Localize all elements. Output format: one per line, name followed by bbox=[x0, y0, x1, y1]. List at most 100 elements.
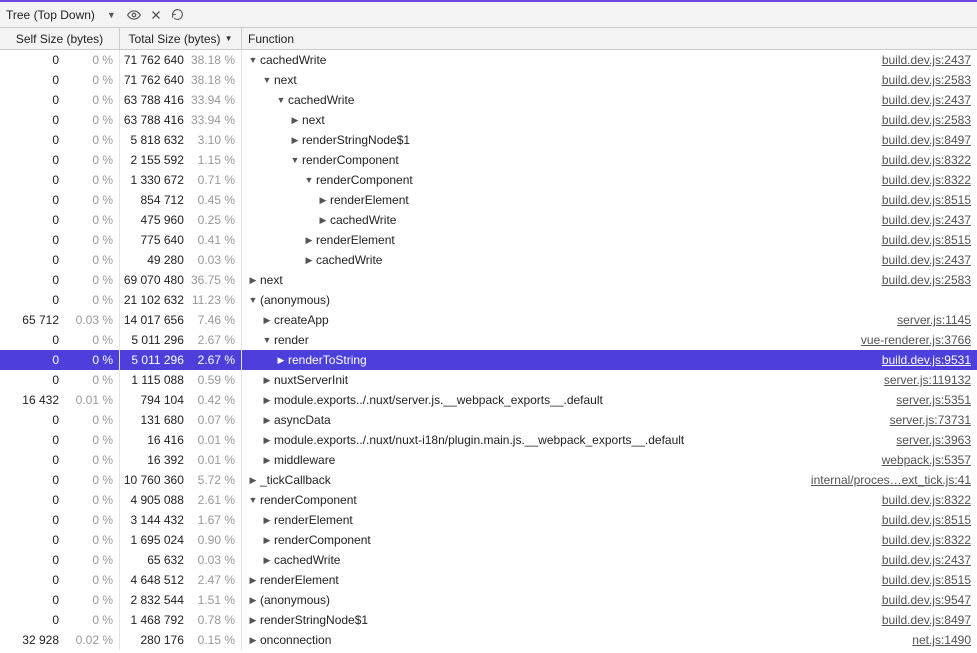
tree-expand-closed-icon[interactable]: ▶ bbox=[262, 415, 272, 426]
table-row[interactable]: 00 %21 102 63211.23 %▼(anonymous) bbox=[0, 290, 977, 310]
tree-expand-closed-icon[interactable]: ▶ bbox=[262, 435, 272, 446]
table-row[interactable]: 00 %10 760 3605.72 %▶_tickCallbackintern… bbox=[0, 470, 977, 490]
table-row[interactable]: 00 %1 115 0880.59 %▶nuxtServerInitserver… bbox=[0, 370, 977, 390]
view-mode-label[interactable]: Tree (Top Down) bbox=[6, 8, 97, 22]
table-row[interactable]: 16 4320.01 %794 1040.42 %▶module.exports… bbox=[0, 390, 977, 410]
source-link[interactable]: build.dev.js:9547 bbox=[876, 593, 977, 607]
tree-expand-closed-icon[interactable]: ▶ bbox=[318, 215, 328, 226]
table-row[interactable]: 00 %71 762 64038.18 %▼nextbuild.dev.js:2… bbox=[0, 70, 977, 90]
tree-expand-open-icon[interactable]: ▼ bbox=[248, 55, 258, 65]
source-link[interactable]: vue-renderer.js:3766 bbox=[855, 333, 977, 347]
tree-expand-closed-icon[interactable]: ▶ bbox=[290, 115, 300, 126]
tree-expand-open-icon[interactable]: ▼ bbox=[262, 75, 272, 85]
source-link[interactable]: build.dev.js:8322 bbox=[876, 173, 977, 187]
close-icon[interactable] bbox=[148, 9, 164, 21]
table-row[interactable]: 00 %2 155 5921.15 %▼renderComponentbuild… bbox=[0, 150, 977, 170]
source-link[interactable]: webpack.js:5357 bbox=[876, 453, 977, 467]
source-link[interactable]: build.dev.js:2437 bbox=[876, 53, 977, 67]
header-total-size[interactable]: Total Size (bytes) ▼ bbox=[120, 28, 242, 49]
table-row[interactable]: 00 %16 4160.01 %▶module.exports../.nuxt/… bbox=[0, 430, 977, 450]
source-link[interactable]: build.dev.js:9531 bbox=[876, 353, 977, 367]
source-link[interactable]: build.dev.js:8515 bbox=[876, 233, 977, 247]
tree-expand-closed-icon[interactable]: ▶ bbox=[248, 575, 258, 586]
source-link[interactable]: server.js:73731 bbox=[884, 413, 977, 427]
table-row[interactable]: 00 %69 070 48036.75 %▶nextbuild.dev.js:2… bbox=[0, 270, 977, 290]
tree-expand-closed-icon[interactable]: ▶ bbox=[262, 375, 272, 386]
refresh-icon[interactable] bbox=[170, 8, 186, 21]
tree-expand-closed-icon[interactable]: ▶ bbox=[262, 515, 272, 526]
table-row[interactable]: 00 %5 011 2962.67 %▶renderToStringbuild.… bbox=[0, 350, 977, 370]
table-row[interactable]: 00 %1 468 7920.78 %▶renderStringNode$1bu… bbox=[0, 610, 977, 630]
source-link[interactable]: internal/proces…ext_tick.js:41 bbox=[805, 473, 977, 487]
header-function[interactable]: Function bbox=[242, 28, 977, 49]
tree-expand-closed-icon[interactable]: ▶ bbox=[248, 615, 258, 626]
tree-expand-open-icon[interactable]: ▼ bbox=[262, 335, 272, 345]
tree-expand-closed-icon[interactable]: ▶ bbox=[262, 395, 272, 406]
total-size-value: 475 960 bbox=[120, 213, 184, 227]
source-link[interactable]: build.dev.js:2437 bbox=[876, 213, 977, 227]
source-link[interactable]: build.dev.js:2437 bbox=[876, 253, 977, 267]
tree-expand-open-icon[interactable]: ▼ bbox=[248, 295, 258, 305]
tree-expand-closed-icon[interactable]: ▶ bbox=[304, 255, 314, 266]
tree-expand-closed-icon[interactable]: ▶ bbox=[290, 135, 300, 146]
source-link[interactable]: build.dev.js:8497 bbox=[876, 613, 977, 627]
source-link[interactable]: build.dev.js:8322 bbox=[876, 533, 977, 547]
table-row[interactable]: 00 %63 788 41633.94 %▼cachedWritebuild.d… bbox=[0, 90, 977, 110]
tree-expand-open-icon[interactable]: ▼ bbox=[290, 155, 300, 165]
tree-expand-closed-icon[interactable]: ▶ bbox=[262, 535, 272, 546]
source-link[interactable]: server.js:5351 bbox=[890, 393, 977, 407]
source-link[interactable]: server.js:3963 bbox=[890, 433, 977, 447]
table-row[interactable]: 00 %5 818 6323.10 %▶renderStringNode$1bu… bbox=[0, 130, 977, 150]
tree-expand-closed-icon[interactable]: ▶ bbox=[248, 635, 258, 646]
table-row[interactable]: 00 %854 7120.45 %▶renderElementbuild.dev… bbox=[0, 190, 977, 210]
tree-expand-closed-icon[interactable]: ▶ bbox=[248, 275, 258, 286]
table-row[interactable]: 00 %4 905 0882.61 %▼renderComponentbuild… bbox=[0, 490, 977, 510]
table-row[interactable]: 00 %71 762 64038.18 %▼cachedWritebuild.d… bbox=[0, 50, 977, 70]
source-link[interactable]: build.dev.js:8322 bbox=[876, 153, 977, 167]
table-row[interactable]: 00 %4 648 5122.47 %▶renderElementbuild.d… bbox=[0, 570, 977, 590]
table-row[interactable]: 00 %5 011 2962.67 %▼rendervue-renderer.j… bbox=[0, 330, 977, 350]
source-link[interactable]: build.dev.js:2437 bbox=[876, 93, 977, 107]
tree-expand-closed-icon[interactable]: ▶ bbox=[276, 355, 286, 366]
table-row[interactable]: 00 %63 788 41633.94 %▶nextbuild.dev.js:2… bbox=[0, 110, 977, 130]
tree-expand-closed-icon[interactable]: ▶ bbox=[248, 595, 258, 606]
table-row[interactable]: 00 %475 9600.25 %▶cachedWritebuild.dev.j… bbox=[0, 210, 977, 230]
source-link[interactable]: build.dev.js:8515 bbox=[876, 193, 977, 207]
source-link[interactable]: build.dev.js:8322 bbox=[876, 493, 977, 507]
view-mode-dropdown-icon[interactable]: ▼ bbox=[103, 10, 120, 20]
source-link[interactable]: build.dev.js:2583 bbox=[876, 273, 977, 287]
tree-expand-closed-icon[interactable]: ▶ bbox=[262, 455, 272, 466]
table-row[interactable]: 00 %3 144 4321.67 %▶renderElementbuild.d… bbox=[0, 510, 977, 530]
source-link[interactable]: build.dev.js:2583 bbox=[876, 113, 977, 127]
tree-expand-closed-icon[interactable]: ▶ bbox=[248, 475, 258, 486]
table-row[interactable]: 00 %65 6320.03 %▶cachedWritebuild.dev.js… bbox=[0, 550, 977, 570]
source-link[interactable]: build.dev.js:8497 bbox=[876, 133, 977, 147]
tree-expand-open-icon[interactable]: ▼ bbox=[248, 495, 258, 505]
table-row[interactable]: 00 %49 2800.03 %▶cachedWritebuild.dev.js… bbox=[0, 250, 977, 270]
header-self-size[interactable]: Self Size (bytes) bbox=[0, 28, 120, 49]
tree-expand-closed-icon[interactable]: ▶ bbox=[318, 195, 328, 206]
source-link[interactable]: build.dev.js:8515 bbox=[876, 573, 977, 587]
table-row[interactable]: 65 7120.03 %14 017 6567.46 %▶createAppse… bbox=[0, 310, 977, 330]
source-link[interactable]: net.js:1490 bbox=[906, 633, 977, 647]
table-row[interactable]: 00 %16 3920.01 %▶middlewarewebpack.js:53… bbox=[0, 450, 977, 470]
table-row[interactable]: 00 %131 6800.07 %▶asyncDataserver.js:737… bbox=[0, 410, 977, 430]
source-link[interactable]: build.dev.js:8515 bbox=[876, 513, 977, 527]
tree-expand-open-icon[interactable]: ▼ bbox=[276, 95, 286, 105]
source-link[interactable]: build.dev.js:2583 bbox=[876, 73, 977, 87]
table-row[interactable]: 00 %1 695 0240.90 %▶renderComponentbuild… bbox=[0, 530, 977, 550]
source-link[interactable]: build.dev.js:2437 bbox=[876, 553, 977, 567]
table-row[interactable]: 00 %1 330 6720.71 %▼renderComponentbuild… bbox=[0, 170, 977, 190]
tree-expand-closed-icon[interactable]: ▶ bbox=[304, 235, 314, 246]
eye-icon[interactable] bbox=[126, 8, 142, 22]
table-row[interactable]: 32 9280.02 %280 1760.15 %▶onconnectionne… bbox=[0, 630, 977, 650]
cell-total-size: 4 905 0882.61 % bbox=[120, 490, 242, 510]
tree-expand-closed-icon[interactable]: ▶ bbox=[262, 315, 272, 326]
tree-expand-open-icon[interactable]: ▼ bbox=[304, 175, 314, 185]
table-row[interactable]: 00 %775 6400.41 %▶renderElementbuild.dev… bbox=[0, 230, 977, 250]
source-link[interactable]: server.js:119132 bbox=[878, 373, 977, 387]
table-row[interactable]: 00 %2 832 5441.51 %▶(anonymous)build.dev… bbox=[0, 590, 977, 610]
source-link[interactable]: server.js:1145 bbox=[891, 313, 977, 327]
function-name: renderStringNode$1 bbox=[300, 133, 410, 147]
tree-expand-closed-icon[interactable]: ▶ bbox=[262, 555, 272, 566]
